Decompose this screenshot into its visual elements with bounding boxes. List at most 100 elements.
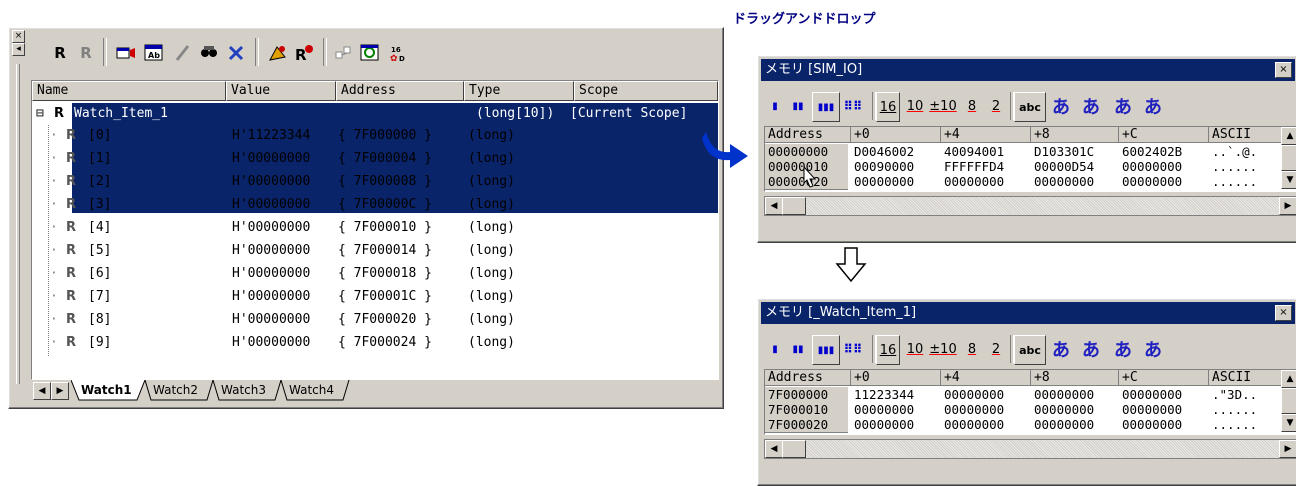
word-size-icon[interactable]: ▮▮ (788, 335, 808, 363)
euc-button[interactable]: あ (1078, 92, 1104, 120)
data-cell[interactable]: 00000000 (854, 417, 914, 432)
scroll-down-icon[interactable]: ▼ (1281, 414, 1296, 432)
word-size-icon[interactable]: ▮▮ (788, 92, 808, 120)
data-cell[interactable]: 40094001 (944, 144, 1004, 159)
data-cell[interactable]: ...... (1212, 417, 1257, 432)
tab-watch4[interactable]: Watch4 (289, 380, 334, 400)
oct-button[interactable]: 8 (962, 335, 982, 363)
address-cell[interactable]: 7F000020 (765, 417, 848, 433)
table-row[interactable]: · R [3] H'00000000 { 7F00000C } (long) (32, 194, 718, 216)
scroll-thumb[interactable] (1281, 145, 1296, 171)
byte-size-icon[interactable]: ▮ (768, 335, 782, 363)
table-row[interactable]: 00000000 D0046002 40094001 D103301C 6002402B… (765, 144, 1293, 160)
column-header[interactable]: +0 (851, 127, 941, 143)
delete-icon[interactable] (223, 40, 249, 66)
data-cell[interactable]: 00000000 (944, 402, 1004, 417)
scroll-right-icon[interactable]: ▶ (1279, 197, 1296, 215)
data-cell[interactable]: ...... (1212, 402, 1257, 417)
sjis-button[interactable]: あ (1048, 92, 1074, 120)
address-cell[interactable]: 7F000010 (765, 402, 848, 418)
ascii-button[interactable]: abc (1014, 92, 1046, 122)
data-cell[interactable]: 00000000 (1122, 159, 1182, 174)
table-row[interactable]: · R [4] H'00000000 { 7F000010 } (long) (32, 217, 718, 239)
data-cell[interactable]: 00000000 (1034, 402, 1094, 417)
dec-button[interactable]: 10 (904, 92, 926, 120)
sjis-button[interactable]: あ (1048, 335, 1074, 363)
data-cell[interactable]: 00000000 (1122, 417, 1182, 432)
unicode-button[interactable]: あ (1140, 92, 1166, 120)
table-row[interactable]: 00000010 00090000 FFFFFFD4 00000D54 00000000… (765, 159, 1293, 175)
table-row[interactable]: 00000020 00000000 00000000 00000000 00000000… (765, 174, 1293, 190)
data-cell[interactable]: 6002402B (1122, 144, 1182, 159)
scroll-down-icon[interactable]: ▼ (1281, 171, 1296, 189)
table-row[interactable]: 7F000000 11223344 00000000 00000000 00000000… (765, 387, 1293, 403)
column-header[interactable]: +0 (851, 370, 941, 386)
column-header-scope[interactable]: Scope (574, 81, 718, 101)
table-row[interactable]: · R [5] H'00000000 { 7F000014 } (long) (32, 240, 718, 262)
register-disabled-button[interactable]: R (73, 40, 99, 66)
table-row[interactable]: 7F000020 00000000 00000000 00000000 00000000… (765, 417, 1293, 433)
column-header-type[interactable]: Type (464, 81, 574, 101)
scroll-right-icon[interactable]: ▶ (1279, 440, 1296, 458)
unicode-button[interactable]: あ (1140, 335, 1166, 363)
jis-button[interactable]: あ (1110, 92, 1136, 120)
data-cell[interactable]: 00000000 (944, 417, 1004, 432)
edit-pencil-icon[interactable] (169, 40, 195, 66)
format-icon[interactable]: Ab (141, 40, 167, 66)
address-cell[interactable]: 7F000000 (765, 387, 848, 403)
tab-watch3[interactable]: Watch3 (221, 380, 266, 400)
register-watch-icon[interactable]: R (291, 40, 317, 66)
column-header[interactable]: Address (765, 127, 851, 143)
find-icon[interactable] (197, 40, 223, 66)
jis-button[interactable]: あ (1110, 335, 1136, 363)
memory-title-bar[interactable]: メモリ [_Watch_Item_1] × (761, 302, 1295, 324)
data-cell[interactable]: D0046002 (854, 144, 914, 159)
column-header-name[interactable]: Name (32, 81, 226, 101)
vertical-scrollbar[interactable]: ▲ ▼ (1281, 127, 1296, 189)
float-size-icon[interactable]: ⠿⠿ (840, 335, 866, 363)
scroll-thumb[interactable] (1281, 388, 1296, 414)
table-row[interactable]: · R [2] H'00000000 { 7F000008 } (long) (32, 171, 718, 193)
table-row-parent[interactable]: ⊟ R Watch_Item_1 (long[10]) [Current Sco… (32, 103, 718, 213)
data-cell[interactable]: 00000000 (1034, 417, 1094, 432)
long-size-icon[interactable]: ▮▮▮ (812, 335, 840, 365)
register-button[interactable]: R (47, 40, 73, 66)
scroll-up-icon[interactable]: ▲ (1281, 127, 1296, 145)
address-cell[interactable]: 00000000 (765, 144, 848, 160)
euc-button[interactable]: あ (1078, 335, 1104, 363)
data-cell[interactable]: D103301C (1034, 144, 1094, 159)
data-cell[interactable]: ..`.@. (1212, 144, 1257, 159)
restore-icon[interactable]: ◂ (12, 43, 25, 56)
column-header-address[interactable]: Address (336, 81, 464, 101)
tree-icon[interactable] (331, 40, 357, 66)
column-header[interactable]: +4 (941, 370, 1031, 386)
column-header[interactable]: Address (765, 370, 851, 386)
vertical-scrollbar[interactable]: ▲ ▼ (1281, 370, 1296, 432)
data-cell[interactable]: 00000000 (944, 387, 1004, 402)
horizontal-scrollbar[interactable]: ◀ ▶ (764, 439, 1296, 459)
data-cell[interactable]: 00090000 (854, 159, 914, 174)
oct-button[interactable]: 8 (962, 92, 982, 120)
table-row[interactable]: · R [0] H'11223344 { 7F000000 } (long) (32, 125, 718, 147)
table-row[interactable]: · R [8] H'00000000 { 7F000020 } (long) (32, 309, 718, 331)
data-cell[interactable]: 00000000 (944, 174, 1004, 189)
data-cell[interactable]: FFFFFFD4 (944, 159, 1004, 174)
column-header[interactable]: +8 (1031, 127, 1119, 143)
add-watch-icon[interactable] (265, 40, 291, 66)
data-cell[interactable]: 00000000 (1122, 387, 1182, 402)
byte-size-icon[interactable]: ▮ (768, 92, 782, 120)
scroll-left-icon[interactable]: ◀ (765, 197, 783, 215)
table-row[interactable]: · R [9] H'00000000 { 7F000024 } (long) (32, 332, 718, 354)
signed-dec-button[interactable]: ±10 (929, 92, 956, 120)
data-cell[interactable]: 00000000 (854, 402, 914, 417)
refresh-icon[interactable] (357, 40, 383, 66)
bin-button[interactable]: 2 (986, 335, 1006, 363)
scroll-up-icon[interactable]: ▲ (1281, 370, 1296, 388)
scroll-thumb[interactable] (782, 440, 806, 458)
data-cell[interactable]: 00000D54 (1034, 159, 1094, 174)
tab-watch1[interactable]: Watch1 (81, 380, 132, 400)
tab-watch2[interactable]: Watch2 (153, 380, 198, 400)
close-icon[interactable]: × (1275, 62, 1292, 78)
data-cell[interactable]: 00000000 (1034, 174, 1094, 189)
column-header[interactable]: +C (1119, 370, 1209, 386)
